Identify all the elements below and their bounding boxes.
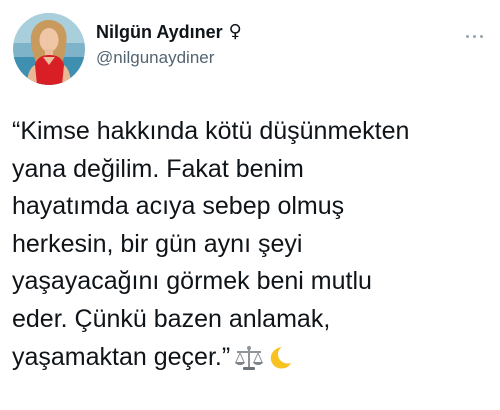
- display-name[interactable]: Nilgün Aydıner: [96, 22, 223, 43]
- female-sign-icon: ♀: [228, 21, 242, 42]
- tweet-text-line: eder. Çünkü bazen anlamak,: [12, 304, 331, 333]
- more-dots-icon: [472, 34, 476, 38]
- tweet-text-line: yana değilim. Fakat benim: [12, 154, 304, 183]
- tweet-text-line: herkesin, bir gün aynı şeyi: [12, 229, 303, 258]
- tweet-text-line: hayatımda acıya sebep olmuş: [12, 192, 345, 221]
- user-handle[interactable]: @nilgunaydiner: [96, 48, 426, 68]
- more-dots-icon: [465, 34, 469, 38]
- tweet-text-line: “Kimse hakkında kötü düşünmekten: [12, 117, 410, 145]
- tweet-author: Nilgün Aydıner ♀ @nilgunaydiner: [96, 21, 426, 68]
- tweet-text-last-line: yaşamaktan geçer.”: [12, 339, 494, 377]
- tweet-text-line: yaşamaktan geçer.”: [12, 342, 231, 371]
- avatar[interactable]: [13, 13, 85, 85]
- crescent-moon-emoji-icon: [268, 345, 292, 371]
- display-name-row: Nilgün Aydıner ♀: [96, 21, 426, 43]
- more-dots-icon: [479, 34, 483, 38]
- scales-emoji-icon: [234, 345, 264, 371]
- more-options-button[interactable]: [456, 28, 492, 44]
- tweet-card: Nilgün Aydıner ♀ @nilgunaydiner “Kimse h…: [0, 0, 500, 410]
- tweet-text: “Kimse hakkında kötü düşünmekten yana de…: [12, 113, 494, 376]
- profile-photo-icon: [13, 13, 85, 85]
- tweet-text-line: yaşayacağını görmek beni mutlu: [12, 267, 372, 296]
